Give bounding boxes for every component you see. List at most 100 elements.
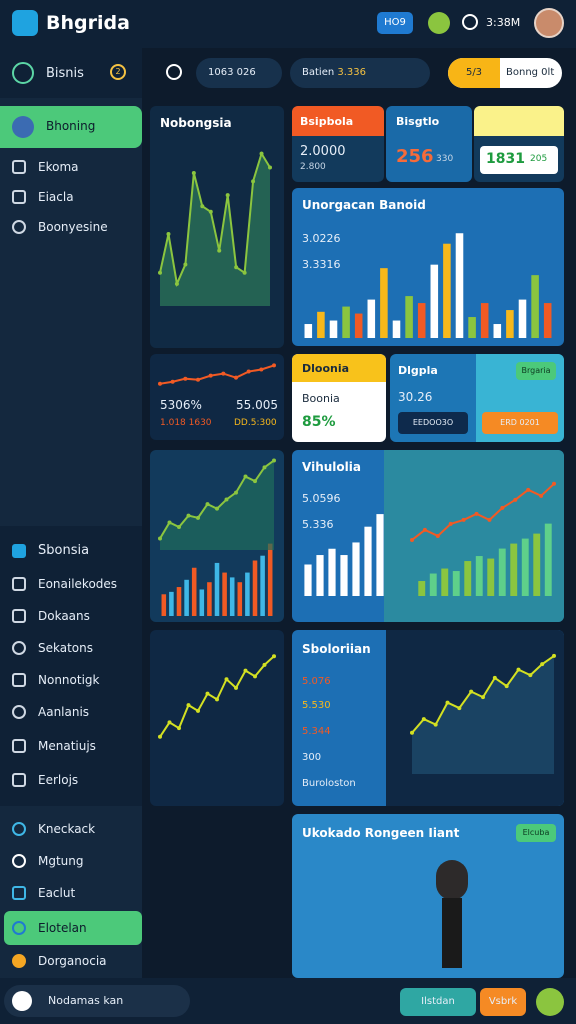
action-button-2[interactable]: ERD 0201: [482, 412, 558, 434]
sidebar-item[interactable]: Eaclut: [0, 878, 142, 908]
bar-chart-4: [418, 523, 552, 596]
card-mini-line: 5306% 55.005 1.018 1630 DD.5:300: [150, 354, 284, 440]
chart-bar: [367, 299, 376, 338]
card-tag[interactable]: Elcuba: [516, 824, 556, 842]
chart-bar: [518, 299, 527, 338]
chart-point: [224, 497, 229, 502]
sidebar-item[interactable]: Eerlojs: [0, 765, 142, 795]
sidebar-item[interactable]: Eonailekodes: [0, 569, 142, 599]
chart-point: [174, 281, 179, 286]
footer-round-button[interactable]: [536, 988, 564, 1016]
mini-value-3: 1.018 1630: [160, 418, 212, 428]
card-actions: Dlgpla Brgaria 30.26 EEDOO3O ERD 0201: [390, 354, 564, 442]
sidebar-head-label: Bisnis: [46, 66, 84, 81]
toolbar-action[interactable]: 5/3 Bonng 0lt: [448, 58, 562, 88]
chat-icon: [12, 220, 26, 234]
chart-point: [251, 179, 256, 184]
chart-bar: [510, 543, 518, 596]
chart-point: [191, 171, 196, 176]
footer-button-1[interactable]: Ilstdan: [400, 988, 476, 1016]
sidebar-item[interactable]: Mgtung: [0, 846, 142, 876]
chart-point: [205, 502, 210, 507]
chart-series-line: [159, 655, 275, 738]
sidebar-item-label: Ekoma: [38, 160, 79, 174]
chart-point: [177, 525, 181, 530]
chart-point: [243, 668, 248, 673]
toolbar-action-right: Bonng 0lt: [506, 67, 555, 78]
chart-point: [158, 381, 162, 386]
card-value: 30.26: [398, 390, 433, 404]
sidebar-item[interactable]: Dorganocia: [0, 946, 142, 976]
settings-icon[interactable]: [166, 64, 182, 80]
card-title: Dlgpla: [398, 364, 438, 377]
status-icon[interactable]: [428, 12, 450, 34]
grid-icon: [12, 160, 26, 174]
stat-sub: 205: [530, 154, 548, 164]
chart-point: [410, 730, 414, 735]
chart-bar: [417, 303, 426, 338]
footer-button-2[interactable]: Vsbrk: [480, 988, 526, 1016]
file-icon: [12, 190, 26, 204]
coin-icon: [12, 954, 26, 968]
sidebar-item-label: Sekatons: [38, 641, 93, 655]
search-icon: [12, 641, 26, 655]
mini-value-2: 55.005: [236, 398, 278, 412]
sidebar-item[interactable]: Ekoma: [0, 152, 142, 182]
chart-bar: [493, 324, 502, 338]
sidebar-item-label: Eerlojs: [38, 773, 79, 787]
refresh-icon: [12, 822, 26, 836]
chart-point: [186, 513, 191, 518]
chart-point: [259, 151, 264, 156]
chart-point: [215, 697, 219, 702]
chart-point: [158, 536, 162, 541]
toolbar-pill-1[interactable]: 1063 026: [196, 58, 282, 88]
chart-point: [217, 248, 222, 253]
sidebar-item-active[interactable]: Bhoning: [0, 106, 142, 148]
sidebar-item[interactable]: Menatiujs: [0, 731, 142, 761]
box-icon: [12, 886, 26, 900]
card-stat-1: Bsipbola 2.0000 2.800: [292, 106, 384, 182]
card-tag[interactable]: Brgaria: [516, 362, 556, 380]
sidebar-item[interactable]: Sekatons: [0, 633, 142, 663]
sidebar-section-header[interactable]: Sbonsia: [0, 536, 142, 566]
chart-point: [528, 673, 533, 678]
sidebar-item[interactable]: Eiacla: [0, 182, 142, 212]
footer-search[interactable]: Nodamas kan: [4, 985, 190, 1017]
sidebar-item[interactable]: Kneckack: [0, 814, 142, 844]
card-title: Dloonia: [302, 362, 350, 375]
chart-point: [183, 376, 188, 381]
action-button-1[interactable]: EEDOO3O: [398, 412, 468, 434]
sidebar-item[interactable]: Elotelan: [0, 913, 142, 943]
chart-bar: [480, 303, 489, 338]
mini-value-4: DD.5:300: [234, 418, 277, 428]
chart-point: [272, 363, 276, 368]
header-tag-button[interactable]: HO9: [377, 12, 413, 34]
chart-bar: [354, 313, 363, 338]
stat-sub: 330: [436, 154, 454, 164]
chart-point: [481, 695, 485, 700]
sidebar-item-label: Aanlanis: [38, 705, 90, 719]
app-title: Bhgrida: [46, 12, 130, 34]
chart-bar: [392, 320, 401, 338]
chart-bar: [329, 320, 338, 338]
chart-point: [504, 684, 509, 689]
sidebar-item[interactable]: Dokaans: [0, 601, 142, 631]
app-logo: [12, 10, 38, 36]
chart-point: [253, 674, 257, 679]
toolbar-pill-2[interactable]: Batien 3.336: [290, 58, 430, 88]
link-icon: [12, 705, 26, 719]
sidebar-item[interactable]: Nonnotigk: [0, 665, 142, 695]
line-chart-5: [158, 654, 276, 739]
sidebar-item-label: Eonailekodes: [38, 577, 118, 591]
chart-bar: [441, 568, 449, 596]
card-combo-1: [150, 450, 284, 622]
sidebar-item[interactable]: Aanlanis: [0, 697, 142, 727]
kpi-percent: 85%: [302, 414, 336, 430]
avatar[interactable]: [534, 8, 564, 38]
card-combo-3: Sboloriian 5.076 5.530 5.344 300 Burolos…: [292, 630, 564, 806]
stat-sub: 2.800: [300, 162, 326, 172]
chart-point: [167, 520, 172, 525]
chart-point: [234, 685, 238, 690]
chart-bar: [498, 548, 506, 596]
sidebar-item[interactable]: Boonyesine: [0, 212, 142, 242]
